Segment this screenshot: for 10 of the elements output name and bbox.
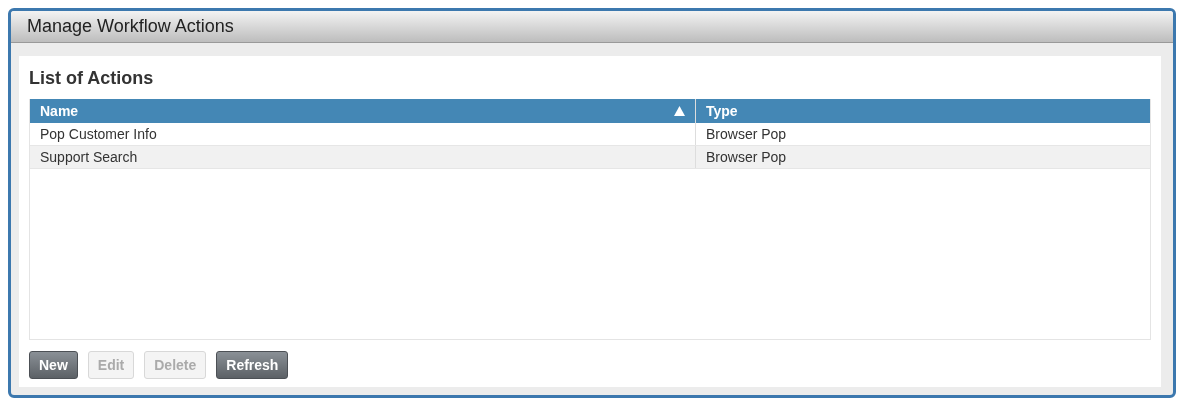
table-cell[interactable]: Support Search xyxy=(30,146,696,168)
table-cell[interactable]: Pop Customer Info xyxy=(30,123,696,145)
panel-heading: List of Actions xyxy=(29,68,155,89)
action-button[interactable]: New xyxy=(29,351,78,379)
table-cell[interactable]: Browser Pop xyxy=(696,146,1150,168)
column-header[interactable]: Name xyxy=(30,99,696,123)
window-title: Manage Workflow Actions xyxy=(11,11,1173,43)
table-cell[interactable]: Browser Pop xyxy=(696,123,1150,145)
column-header[interactable]: Type xyxy=(696,99,1150,123)
action-button[interactable]: Refresh xyxy=(216,351,289,379)
